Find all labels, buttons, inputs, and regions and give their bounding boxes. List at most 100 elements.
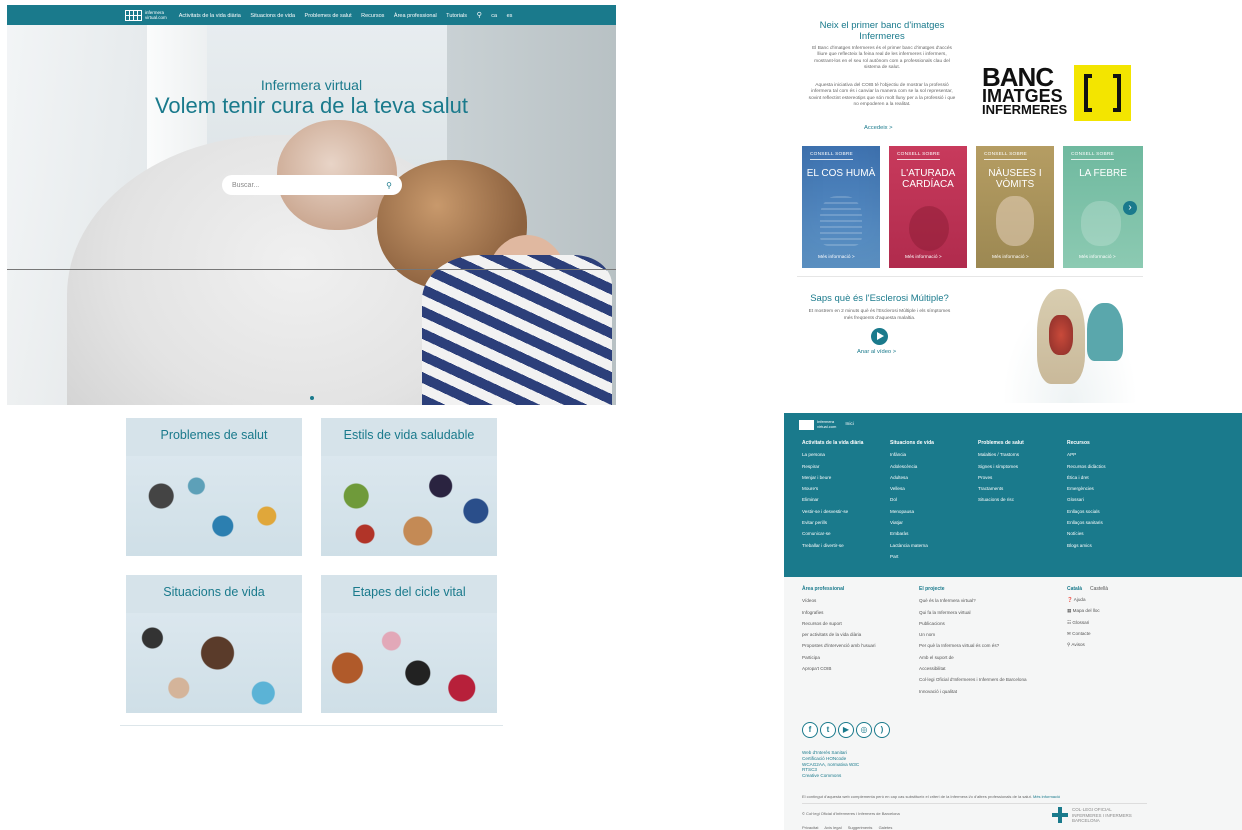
footer-link[interactable]: Viatjar <box>890 517 934 528</box>
legal-link[interactable]: Suggeriments <box>848 825 873 830</box>
lang-castella[interactable]: Castellà <box>1090 586 1108 592</box>
footer-utility-link[interactable]: ▦ Mapa del lloc <box>1067 605 1100 616</box>
footer-link[interactable]: Infància <box>890 449 934 460</box>
footer-link[interactable]: Apropa't COIB <box>802 663 876 674</box>
footer-link[interactable]: Amb el suport de <box>919 652 1027 663</box>
category-tile-problemes[interactable]: Problemes de salut <box>126 418 302 556</box>
footer-link[interactable]: Vestir-se i desvestir-se <box>802 506 863 517</box>
youtube-icon[interactable]: ▶ <box>838 722 854 738</box>
card-more-link[interactable]: Més informació > <box>905 255 942 260</box>
search-icon[interactable]: ⚲ <box>386 181 392 190</box>
banc-imatges-logo[interactable]: BANC IMATGES INFERMERES <box>982 64 1132 123</box>
footer-logo[interactable]: Infermera virtual.com Inici <box>799 420 854 430</box>
footer-link[interactable]: Adultesa <box>890 472 934 483</box>
footer-link[interactable]: Publicacions <box>919 618 1027 629</box>
footer-link[interactable]: Proves <box>978 472 1024 483</box>
footer-link[interactable]: Què és la Infermera virtual? <box>919 595 1027 606</box>
chevron-right-icon[interactable]: › <box>1123 201 1137 215</box>
nav-item-tutorials[interactable]: Tutorials <box>446 13 467 19</box>
card-more-link[interactable]: Més informació > <box>1079 255 1116 260</box>
play-icon[interactable] <box>871 328 888 345</box>
nav-item-area-professional[interactable]: Àrea professional <box>394 13 437 19</box>
card-more-link[interactable]: Més informació > <box>818 255 855 260</box>
footer-cert-link[interactable]: Creative Commons <box>802 773 859 779</box>
footer-utility-link[interactable]: ☷ Glossari <box>1067 617 1100 628</box>
category-tile-situacions[interactable]: Situacions de vida <box>126 575 302 713</box>
footer-home-link[interactable]: Inici <box>845 422 854 428</box>
coib-logo[interactable]: COL·LEGI OFICIAL INFERMERES I INFERMERS … <box>1052 807 1132 824</box>
footer-link[interactable]: La persona <box>802 449 863 460</box>
category-tile-estils[interactable]: Estils de vida saludable <box>321 418 497 556</box>
twitter-icon[interactable]: t <box>820 722 836 738</box>
footer-link[interactable]: Menopausa <box>890 506 934 517</box>
footer-link[interactable]: Embaràs <box>890 528 934 539</box>
footer-link[interactable]: Recursos didàctics <box>1067 461 1106 472</box>
card-more-link[interactable]: Més informació > <box>992 255 1029 260</box>
footer-col-situacions: Situacions de vida Infància Adolescència… <box>890 438 934 562</box>
banc-link[interactable]: Accedeix > <box>864 125 893 131</box>
lang-catala[interactable]: Català <box>1067 586 1082 592</box>
footer-link[interactable]: Eliminar <box>802 494 863 505</box>
footer-link[interactable]: Lactància materna <box>890 540 934 551</box>
carousel-indicator[interactable] <box>310 396 314 400</box>
footer-utility-link[interactable]: ⚲ Avisos <box>1067 639 1100 650</box>
nav-item-situacions[interactable]: Situacions de vida <box>250 13 295 19</box>
advice-card-aturada[interactable]: CONSELL SOBRE L'ATURADA CARDÍACA Més inf… <box>889 146 967 268</box>
footer-link[interactable]: per activitats de la vida diària <box>802 629 876 640</box>
footer-link[interactable]: Vellesa <box>890 483 934 494</box>
facebook-icon[interactable]: f <box>802 722 818 738</box>
footer-link[interactable]: Comunicar-se <box>802 528 863 539</box>
legal-link[interactable]: Privacitat <box>802 825 818 830</box>
footer-link[interactable]: Treballar i divertir-se <box>802 540 863 551</box>
footer-link[interactable]: Un nom <box>919 629 1027 640</box>
footer-link[interactable]: Vídeos <box>802 595 876 606</box>
footer-link[interactable]: Enllaços sanitaris <box>1067 517 1106 528</box>
advice-card-cos-huma[interactable]: CONSELL SOBRE EL COS HUMÀ Més informació… <box>802 146 880 268</box>
footer-link[interactable]: Glossari <box>1067 494 1106 505</box>
footer-link[interactable]: Notícies <box>1067 528 1106 539</box>
nav-item-recursos[interactable]: Recursos <box>361 13 384 19</box>
footer-link[interactable]: Ètica i dret <box>1067 472 1106 483</box>
footer-link[interactable]: Adolescència <box>890 461 934 472</box>
footer-link[interactable]: Respirar <box>802 461 863 472</box>
footer-link[interactable]: Dol <box>890 494 934 505</box>
footer-link[interactable]: Participa <box>802 652 876 663</box>
footer-link[interactable]: Evitar perills <box>802 517 863 528</box>
footer-link[interactable]: Enllaços socials <box>1067 506 1106 517</box>
footer-link[interactable]: Tractaments <box>978 483 1024 494</box>
legal-link[interactable]: Galetes <box>879 825 893 830</box>
footer-link[interactable]: Signes i símptomes <box>978 461 1024 472</box>
footer-link[interactable]: Recursos de suport <box>802 618 876 629</box>
instagram-icon[interactable]: ◎ <box>856 722 872 738</box>
disclaimer-link[interactable]: Més informació <box>1033 794 1060 799</box>
legal-link[interactable]: Avís legal <box>824 825 841 830</box>
footer-link[interactable]: Part <box>890 551 934 562</box>
footer-link[interactable]: Qui fa la Infermera virtual <box>919 607 1027 618</box>
hero-search-input[interactable]: Buscar... ⚲ <box>222 175 402 195</box>
rss-icon[interactable]: ) <box>874 722 890 738</box>
footer-link[interactable]: Col·legi Oficial d'Infermeres i Infermer… <box>919 674 1027 685</box>
advice-card-nausees[interactable]: CONSELL SOBRE NÀUSEES I VÒMITS Més infor… <box>976 146 1054 268</box>
footer-utility-link[interactable]: ❓ Ajuda <box>1067 594 1100 605</box>
ms-video-link[interactable]: Anar al vídeo > <box>857 349 896 355</box>
nav-item-activitats[interactable]: Activitats de la vida diària <box>179 13 241 19</box>
footer-link[interactable]: Malalties / Trastorns <box>978 449 1024 460</box>
footer-utility-link[interactable]: ✉ Contacte <box>1067 628 1100 639</box>
footer-link[interactable]: Propostes d'intervenció amb l'usuari <box>802 640 876 651</box>
footer-link[interactable]: Blogs amics <box>1067 540 1106 551</box>
search-icon[interactable]: ⚲ <box>477 12 482 19</box>
footer-link[interactable]: APP <box>1067 449 1106 460</box>
footer-link[interactable]: Emergències <box>1067 483 1106 494</box>
footer-link[interactable]: Moure's <box>802 483 863 494</box>
lang-ca[interactable]: ca <box>491 13 497 19</box>
footer-link[interactable]: Situacions de risc <box>978 494 1024 505</box>
category-tile-etapes[interactable]: Etapes del cicle vital <box>321 575 497 713</box>
footer-link[interactable]: Innovació i qualitat <box>919 686 1027 697</box>
nav-item-problemes[interactable]: Problemes de salut <box>305 13 352 19</box>
footer-link[interactable]: Accessibilitat <box>919 663 1027 674</box>
footer-link[interactable]: Per què la Infermera virtual és com és? <box>919 640 1027 651</box>
footer-link[interactable]: Menjar i beure <box>802 472 863 483</box>
lang-es[interactable]: es <box>507 13 513 19</box>
site-logo[interactable]: infermera virtual.com <box>125 9 167 21</box>
footer-link[interactable]: Infografies <box>802 607 876 618</box>
